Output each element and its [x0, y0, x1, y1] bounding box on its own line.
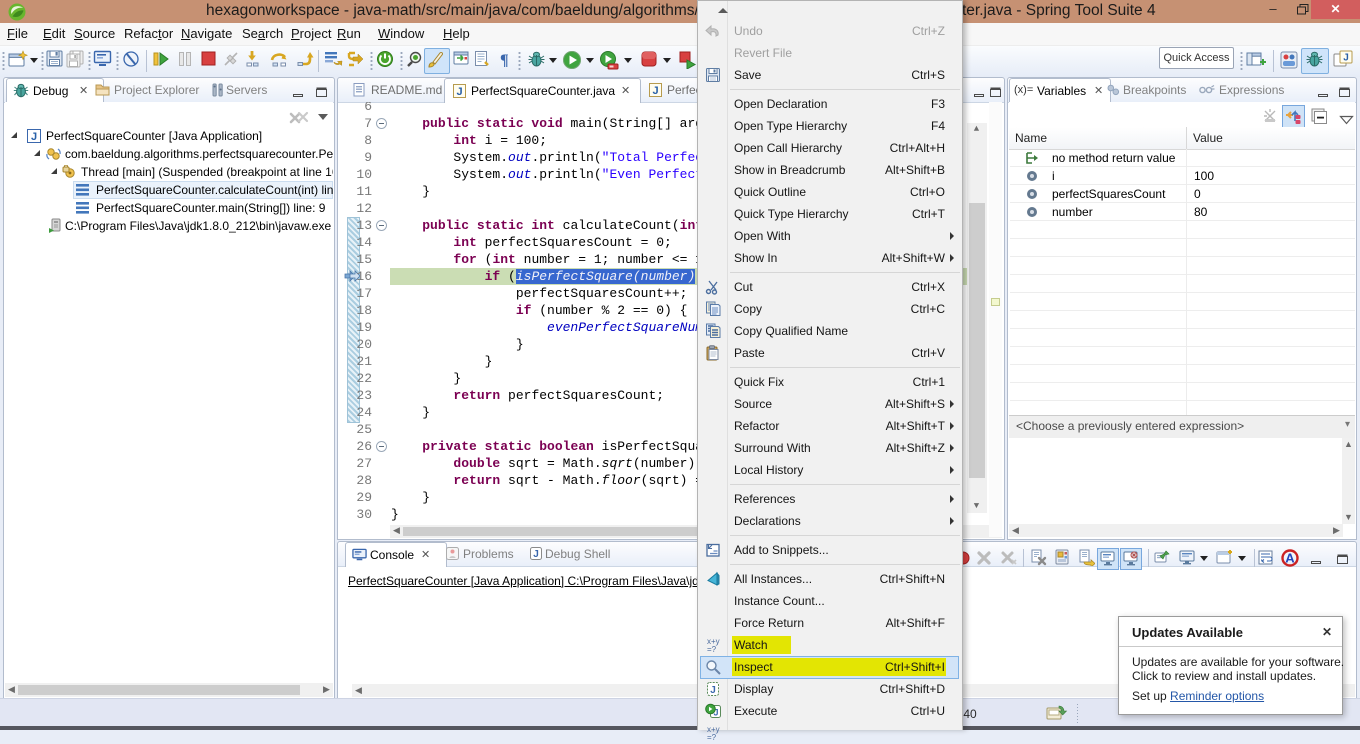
svg-text:¶: ¶ — [500, 52, 509, 68]
svg-text:A: A — [1285, 551, 1295, 566]
svg-text:J: J — [710, 685, 716, 696]
svg-text:J: J — [652, 85, 658, 97]
svg-text:=?: =? — [707, 645, 717, 653]
svg-text:J: J — [1343, 53, 1349, 64]
svg-text:J: J — [31, 131, 37, 143]
svg-text:J: J — [456, 86, 462, 98]
svg-text:=?: =? — [707, 733, 717, 741]
svg-text:J: J — [533, 549, 539, 560]
